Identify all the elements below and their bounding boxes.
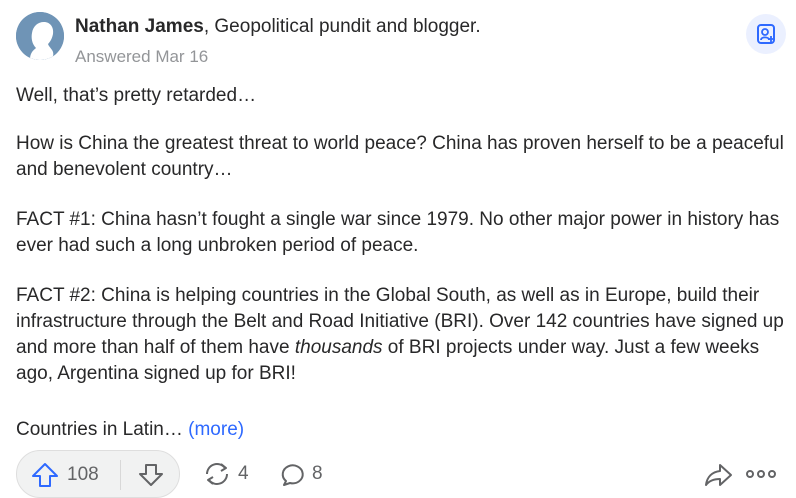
upvote-count: 108 bbox=[67, 464, 99, 485]
answered-date[interactable]: Answered Mar 16 bbox=[75, 46, 208, 68]
share-button[interactable]: 4 bbox=[202, 460, 249, 488]
answer-paragraph-3: FACT #1: China hasn’t fought a single wa… bbox=[16, 209, 780, 256]
answer-paragraph-5: Countries in Latin… (more) bbox=[16, 417, 244, 443]
add-person-icon bbox=[757, 24, 775, 44]
share-count: 4 bbox=[238, 463, 249, 484]
more-link[interactable]: (more) bbox=[188, 419, 244, 440]
action-bar: 108 4 8 bbox=[16, 450, 796, 498]
more-options-button[interactable] bbox=[744, 467, 780, 486]
downvote-arrow-icon bbox=[139, 464, 163, 486]
vote-controls: 108 bbox=[16, 450, 180, 498]
comment-bubble-icon bbox=[281, 464, 304, 486]
more-options-icon bbox=[746, 470, 776, 478]
truncated-text: Countries in Latin… bbox=[16, 419, 189, 440]
vote-divider bbox=[120, 460, 121, 490]
forward-button[interactable] bbox=[704, 462, 734, 493]
answer-paragraph-4: FACT #2: China is helping countries in t… bbox=[16, 283, 786, 387]
upvote-arrow-icon bbox=[32, 463, 58, 487]
author-credential: , Geopolitical pundit and blogger. bbox=[203, 16, 481, 37]
author-name[interactable]: Nathan James bbox=[75, 16, 204, 37]
author-line: Nathan James, Geopolitical pundit and bl… bbox=[75, 15, 481, 39]
follow-button[interactable] bbox=[746, 14, 786, 54]
author-avatar[interactable] bbox=[16, 12, 64, 60]
comment-button[interactable]: 8 bbox=[280, 460, 323, 488]
upvote-button[interactable]: 108 bbox=[31, 461, 99, 489]
downvote-button[interactable] bbox=[137, 461, 165, 489]
forward-arrow-icon bbox=[705, 464, 732, 486]
reshare-icon bbox=[206, 463, 228, 485]
answer-paragraph-2: How is China the greatest threat to worl… bbox=[16, 133, 784, 180]
comment-count: 8 bbox=[312, 463, 323, 484]
emphasis-text: thousands bbox=[294, 337, 383, 358]
answer-paragraph-1: Well, that’s pretty retarded… bbox=[16, 85, 257, 106]
